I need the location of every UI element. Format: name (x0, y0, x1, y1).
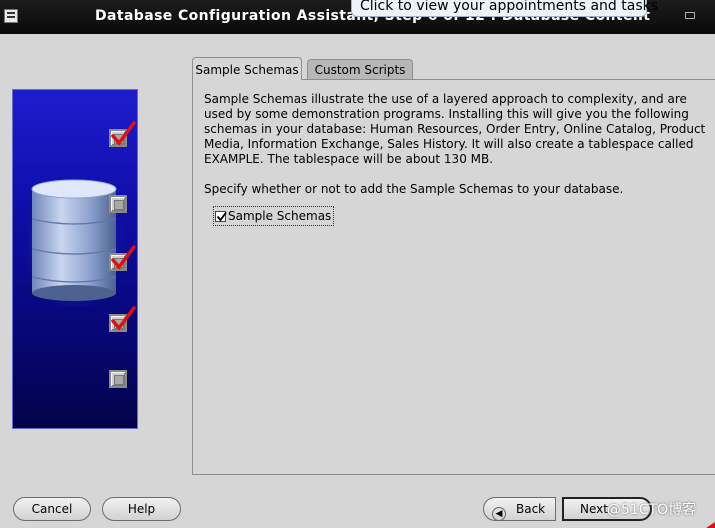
red-check-icon (111, 245, 136, 270)
watermark: @51CTO博客 (607, 502, 697, 518)
sample-schemas-checkbox[interactable]: Sample Schemas (213, 206, 335, 226)
checkbox-checked-icon[interactable] (215, 210, 227, 222)
wizard-step-checkbox (109, 370, 127, 388)
corner-decoration-icon (706, 522, 715, 528)
checkbox-label: Sample Schemas (228, 209, 332, 223)
sample-schemas-description: Sample Schemas illustrate the use of a l… (204, 92, 706, 166)
back-button[interactable]: ◀ Back (483, 497, 556, 521)
red-check-icon (111, 121, 136, 146)
tab-custom-scripts[interactable]: Custom Scripts (307, 59, 413, 79)
cancel-button[interactable]: Cancel (13, 497, 91, 521)
calendar-tooltip: Click to view your appointments and task… (351, 0, 658, 17)
window-menu-icon[interactable] (4, 9, 18, 23)
back-button-label: Back (516, 502, 546, 516)
help-button[interactable]: Help (102, 497, 181, 521)
minimize-icon[interactable] (685, 12, 695, 19)
wizard-step-checkbox (109, 306, 136, 332)
wizard-step-checkbox (109, 121, 136, 147)
tab-sample-schemas[interactable]: Sample Schemas (192, 57, 302, 80)
sample-schemas-prompt: Specify whether or not to add the Sample… (204, 182, 624, 196)
red-check-icon (111, 306, 136, 331)
wizard-step-checkbox (109, 195, 127, 213)
next-button-label: Next (580, 502, 608, 516)
back-arrow-icon: ◀ (492, 507, 506, 521)
wizard-step-checkbox (109, 245, 136, 271)
